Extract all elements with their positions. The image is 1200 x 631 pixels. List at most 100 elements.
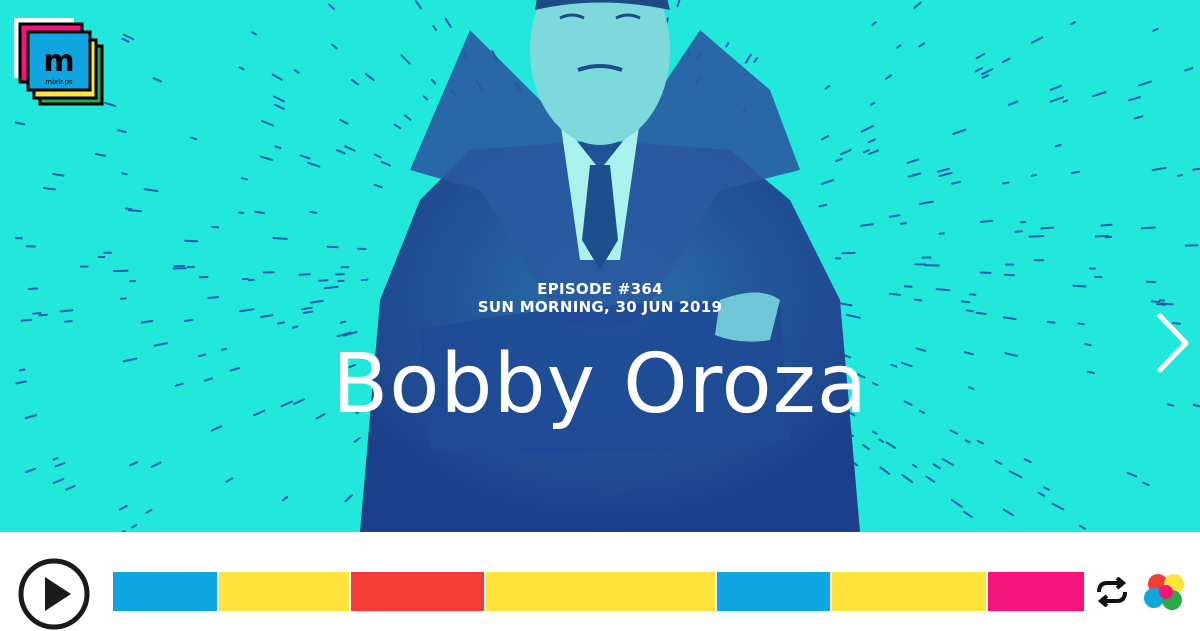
background-dash <box>1143 483 1149 485</box>
background-dash <box>1004 510 1013 516</box>
background-dash <box>1032 175 1036 176</box>
waveform-progress[interactable] <box>113 572 1084 611</box>
background-dash <box>982 69 992 74</box>
background-dash <box>1071 22 1075 24</box>
background-dash <box>212 227 218 228</box>
background-dash <box>328 247 338 248</box>
waveform-segment[interactable] <box>219 572 349 611</box>
background-dash <box>981 221 992 222</box>
background-dash <box>940 173 952 176</box>
background-dash <box>1064 100 1068 101</box>
background-dash <box>1009 102 1018 105</box>
background-dash <box>926 477 934 482</box>
chevron-right-icon[interactable] <box>1148 310 1194 376</box>
mixcloud-icon[interactable] <box>1142 572 1190 612</box>
background-dash <box>262 121 273 126</box>
background-dash <box>726 43 728 46</box>
background-dash <box>1030 236 1044 237</box>
background-dash <box>132 525 136 527</box>
background-dash <box>1142 228 1155 229</box>
background-dash <box>975 68 982 71</box>
background-dash <box>943 459 953 465</box>
background-dash <box>293 327 298 328</box>
background-dash <box>836 159 841 161</box>
background-dash <box>1039 493 1045 496</box>
background-dash <box>841 150 851 154</box>
background-dash <box>1044 487 1049 489</box>
background-dash <box>226 478 232 481</box>
waveform-segment[interactable] <box>113 572 217 611</box>
play-icon[interactable] <box>17 557 91 631</box>
background-dash <box>345 146 355 150</box>
background-dash <box>881 467 890 474</box>
background-dash <box>826 86 830 89</box>
background-dash <box>16 123 24 125</box>
background-dash <box>255 212 264 213</box>
background-dash <box>913 465 916 467</box>
background-dash <box>1032 37 1043 42</box>
background-dash <box>395 125 401 129</box>
background-dash <box>1128 473 1137 477</box>
background-dash <box>278 322 284 323</box>
background-dash <box>341 322 345 323</box>
background-dash <box>446 19 451 27</box>
waveform-segment[interactable] <box>988 572 1084 611</box>
background-dash <box>869 140 875 143</box>
site-logo[interactable]: m mixlr.ps <box>10 14 114 110</box>
background-dash <box>129 210 141 211</box>
background-dash <box>902 475 912 482</box>
background-dash <box>432 80 436 84</box>
background-dash <box>337 150 345 153</box>
waveform-segment[interactable] <box>486 572 715 611</box>
waveform-segment[interactable] <box>351 572 484 611</box>
background-dash <box>909 174 920 177</box>
background-dash <box>274 97 284 102</box>
background-dash <box>1135 116 1143 118</box>
background-dash <box>1056 145 1061 146</box>
background-dash <box>1003 183 1009 184</box>
background-dash <box>252 32 256 34</box>
repeat-icon[interactable] <box>1095 577 1129 607</box>
background-dash <box>145 189 158 191</box>
background-dash <box>366 74 374 80</box>
background-dash <box>977 54 984 58</box>
background-dash <box>56 463 65 466</box>
background-dash <box>863 445 869 449</box>
background-dash <box>120 506 127 510</box>
background-dash <box>1185 68 1192 70</box>
background-dash <box>261 157 272 160</box>
background-dash <box>126 209 131 210</box>
waveform-segment[interactable] <box>832 572 986 611</box>
episode-number: EPISODE #364 <box>0 280 1200 298</box>
background-dash <box>66 486 74 490</box>
background-dash <box>747 55 751 60</box>
background-dash <box>1078 324 1083 325</box>
background-dash <box>978 441 983 444</box>
background-dash <box>382 162 390 166</box>
background-dash <box>276 146 281 148</box>
episode-title: Bobby Oroza <box>0 330 1200 440</box>
background-dash <box>275 105 284 109</box>
background-dash <box>1153 168 1166 170</box>
illustration-man-in-coat <box>0 0 1200 532</box>
waveform-segment[interactable] <box>717 572 830 611</box>
background-dash <box>920 202 933 204</box>
background-dash <box>1048 322 1055 323</box>
background-dash <box>154 78 161 81</box>
background-dash <box>123 39 129 42</box>
background-dash <box>274 238 287 239</box>
background-dash <box>919 43 924 46</box>
background-dash <box>864 150 869 152</box>
background-dash <box>1053 504 1064 510</box>
background-dash <box>124 35 133 40</box>
background-dash <box>152 463 161 467</box>
background-dash <box>1010 471 1021 477</box>
background-dash <box>1004 317 1016 319</box>
background-dash <box>952 500 962 507</box>
background-dash <box>1193 169 1199 170</box>
background-dash <box>1080 526 1085 529</box>
background-dash <box>1129 97 1140 100</box>
background-dash <box>53 174 63 176</box>
background-dash <box>1093 92 1106 96</box>
background-dash <box>54 458 58 459</box>
